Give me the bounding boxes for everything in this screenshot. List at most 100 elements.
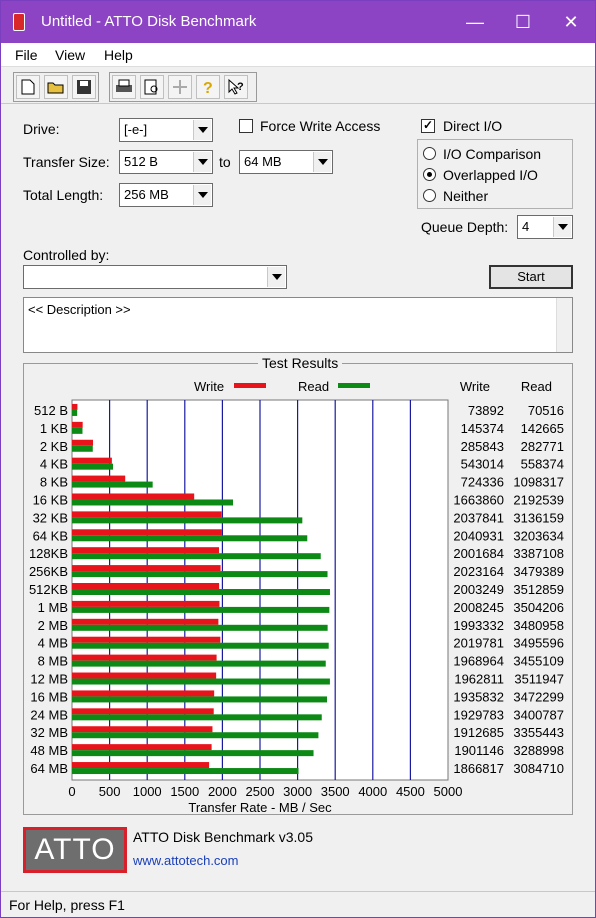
status-text: For Help, press F1 (9, 897, 125, 913)
write-bar (72, 618, 219, 625)
read-value: 142665 (521, 421, 564, 436)
x-tick-label: 3500 (321, 784, 350, 799)
write-bar (72, 457, 112, 464)
read-column-header: Read (521, 379, 552, 394)
chevron-down-icon[interactable] (267, 267, 285, 287)
x-tick-label: 4500 (396, 784, 425, 799)
transfer-size-to-select[interactable]: 64 MB (239, 150, 333, 174)
write-bar (72, 690, 215, 697)
category-label: 512KB (29, 582, 68, 597)
write-value: 1962811 (454, 672, 504, 687)
read-value: 3495596 (513, 636, 564, 651)
toolbar: ? ? (1, 68, 595, 104)
write-column-header: Write (460, 379, 490, 394)
atto-logo: ATTO (23, 827, 127, 873)
write-bar (72, 672, 217, 679)
atto-logo-text: ATTO (26, 830, 124, 870)
menu-view[interactable]: View (55, 47, 85, 63)
write-bar (72, 475, 126, 482)
menu-bar: File View Help (1, 43, 595, 67)
write-bar (72, 493, 195, 500)
print-icon[interactable] (112, 75, 136, 99)
write-value: 1866817 (453, 761, 504, 776)
minimize-button[interactable]: — (451, 1, 499, 43)
drive-select[interactable]: [-e-] (119, 118, 213, 142)
category-label: 16 KB (33, 492, 68, 507)
print-preview-icon[interactable] (140, 75, 164, 99)
write-value: 1912685 (453, 725, 504, 740)
write-value: 1929783 (453, 707, 504, 722)
read-bar (72, 714, 322, 721)
force-write-checkbox[interactable] (239, 119, 253, 133)
chevron-down-icon[interactable] (313, 152, 331, 172)
read-value: 3472299 (513, 689, 564, 704)
read-value: 3203634 (513, 528, 564, 543)
direct-io-checkbox[interactable]: ✓ (421, 119, 435, 133)
menu-file[interactable]: File (15, 47, 38, 63)
x-tick-label: 0 (68, 784, 75, 799)
write-value: 724336 (461, 475, 504, 490)
io-comparison-radio[interactable] (423, 147, 436, 160)
write-value: 2040931 (453, 528, 504, 543)
chevron-down-icon[interactable] (193, 185, 211, 205)
transfer-size-from-select[interactable]: 512 B (119, 150, 213, 174)
queue-depth-select[interactable]: 4 (517, 215, 573, 239)
write-bar (72, 439, 93, 446)
help-icon[interactable]: ? (196, 75, 220, 99)
legend-read-swatch (338, 383, 370, 388)
controlled-by-label: Controlled by: (23, 247, 110, 263)
chevron-down-icon[interactable] (193, 120, 211, 140)
category-label: 8 KB (40, 475, 68, 490)
new-file-icon[interactable] (16, 75, 40, 99)
description-scrollbar[interactable] (556, 298, 572, 352)
overlapped-io-radio[interactable] (423, 168, 436, 181)
open-folder-icon[interactable] (44, 75, 68, 99)
read-value: 3480958 (513, 618, 564, 633)
start-button[interactable]: Start (489, 265, 573, 289)
write-value: 73892 (468, 403, 504, 418)
write-value: 1935832 (453, 689, 504, 704)
legend-read-label: Read (298, 379, 329, 394)
context-help-icon[interactable]: ? (224, 75, 248, 99)
total-length-select[interactable]: 256 MB (119, 183, 213, 207)
read-value: 2192539 (513, 492, 564, 507)
read-bar (72, 768, 299, 775)
move-icon[interactable] (168, 75, 192, 99)
svg-text:?: ? (203, 80, 213, 96)
website-link[interactable]: www.attotech.com (133, 853, 239, 868)
x-tick-label: 2000 (208, 784, 237, 799)
save-icon[interactable] (72, 75, 96, 99)
maximize-button[interactable]: ☐ (499, 1, 547, 43)
toolbar-file-group (13, 72, 99, 102)
read-value: 3387108 (513, 546, 564, 561)
category-label: 128KB (29, 546, 68, 561)
product-title: ATTO Disk Benchmark v3.05 (133, 829, 313, 845)
write-value: 2023164 (453, 564, 504, 579)
close-button[interactable]: ✕ (547, 1, 595, 43)
read-value: 3455109 (513, 654, 564, 669)
write-value: 2003249 (453, 582, 504, 597)
write-value: 285843 (461, 439, 504, 454)
write-bar (72, 744, 212, 751)
x-tick-label: 2500 (246, 784, 275, 799)
description-textarea[interactable]: << Description >> (23, 297, 573, 353)
io-comparison-label: I/O Comparison (443, 146, 542, 162)
read-value: 3479389 (513, 564, 564, 579)
chevron-down-icon[interactable] (193, 152, 211, 172)
write-bar (72, 636, 221, 643)
controlled-by-select[interactable] (23, 265, 287, 289)
title-bar: Untitled - ATTO Disk Benchmark — ☐ ✕ (1, 1, 595, 43)
transfer-size-to-value: 64 MB (244, 154, 282, 169)
read-bar (72, 624, 328, 631)
menu-help[interactable]: Help (104, 47, 133, 63)
read-bar (72, 750, 314, 757)
read-value: 3355443 (513, 725, 564, 740)
chevron-down-icon[interactable] (553, 217, 571, 237)
write-value: 2001684 (453, 546, 504, 561)
x-tick-label: 3000 (283, 784, 312, 799)
overlapped-io-label: Overlapped I/O (443, 167, 538, 183)
neither-radio[interactable] (423, 189, 436, 202)
category-label: 32 KB (33, 510, 68, 525)
category-label: 2 MB (38, 618, 68, 633)
transfer-rate-chart: 0 500 1000 1500 2000 2500 3000 3500 4000 4500 5000… (29, 379, 564, 814)
